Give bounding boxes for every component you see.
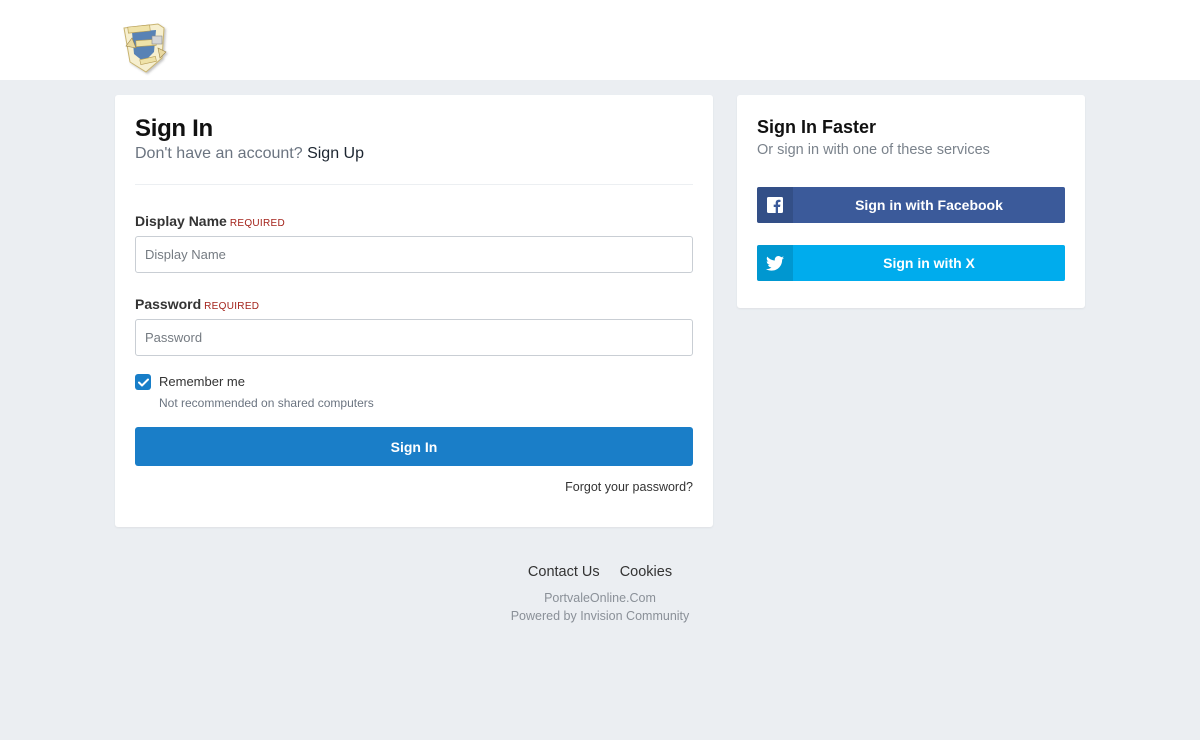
twitter-bird-icon [757,245,793,281]
x-sign-in-label: Sign in with X [883,255,975,271]
page-title: Sign In [135,115,213,142]
contact-us-link[interactable]: Contact Us [528,564,600,580]
required-badge: REQUIRED [229,218,286,229]
site-header [0,0,1200,80]
sign-in-faster-card: Sign In Faster Or sign in with one of th… [737,95,1085,308]
cookies-link[interactable]: Cookies [620,564,672,580]
divider [135,184,693,185]
site-logo[interactable] [118,18,172,76]
display-name-label: Display Name REQUIRED [135,213,286,229]
required-badge: REQUIRED [204,301,260,312]
sign-in-card: Sign In Don't have an account? Sign Up D… [115,95,713,527]
sign-in-faster-title: Sign In Faster [757,117,877,137]
no-account-text: Don't have an account? [135,145,303,162]
password-label: Password REQUIRED [135,296,260,312]
x-sign-in-button[interactable]: Sign in with X [757,245,1065,281]
sign-up-link[interactable]: Sign Up [307,145,364,162]
remember-me-label[interactable]: Remember me [159,374,245,389]
display-name-input[interactable] [135,236,693,273]
check-icon [137,378,149,386]
password-input[interactable] [135,319,693,356]
remember-me-checkbox[interactable] [135,374,151,390]
facebook-sign-in-button[interactable]: Sign in with Facebook [757,187,1065,223]
forgot-password-link[interactable]: Forgot your password? [565,480,693,494]
facebook-icon [757,187,793,223]
remember-me-note: Not recommended on shared computers [159,396,374,410]
footer-links: Contact Us Cookies [0,564,1200,580]
facebook-sign-in-label: Sign in with Facebook [855,197,1003,213]
sign-in-button[interactable]: Sign In [135,427,693,466]
footer-powered-by: Powered by Invision Community [510,609,690,623]
footer-site-name: PortvaleOnline.Com [544,591,656,605]
sign-in-faster-subtitle: Or sign in with one of these services [757,142,990,158]
signup-prompt: Don't have an account? Sign Up [135,145,364,163]
